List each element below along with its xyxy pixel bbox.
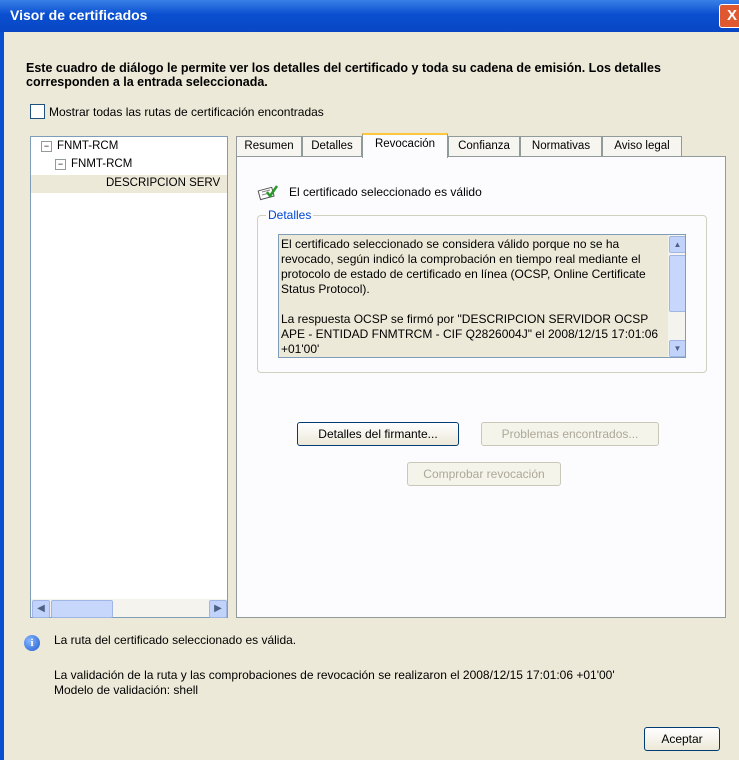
- path-valid-text: La ruta del certificado seleccionado es …: [54, 633, 297, 647]
- certificate-valid-icon: [257, 185, 279, 201]
- info-icon: i: [24, 635, 40, 651]
- intro-text: Este cuadro de diálogo le permite ver lo…: [26, 61, 661, 89]
- details-paragraph-2: La respuesta OCSP se firmó por "DESCRIPC…: [281, 312, 659, 356]
- scroll-thumb[interactable]: [51, 600, 113, 618]
- accept-button[interactable]: Aceptar: [644, 727, 720, 751]
- close-icon: X: [726, 7, 737, 24]
- details-vertical-scrollbar[interactable]: ▲ ▼: [668, 235, 685, 357]
- check-revocation-button[interactable]: Comprobar revocación: [407, 462, 561, 486]
- tree-item-root[interactable]: − FNMT-RCM: [41, 140, 118, 152]
- certificate-viewer-window: Visor de certificados X Este cuadro de d…: [0, 0, 739, 760]
- problems-found-button[interactable]: Problemas encontrados...: [481, 422, 659, 446]
- close-button[interactable]: X: [719, 4, 739, 28]
- tab-confianza[interactable]: Confianza: [448, 136, 520, 156]
- window-title: Visor de certificados: [10, 7, 148, 23]
- tab-aviso-legal[interactable]: Aviso legal: [602, 136, 682, 156]
- tree-horizontal-scrollbar[interactable]: ◀ ▶: [31, 599, 227, 618]
- tab-detalles[interactable]: Detalles: [302, 136, 362, 156]
- signer-details-button[interactable]: Detalles del firmante...: [297, 422, 459, 446]
- tree-item-label[interactable]: FNMT-RCM: [57, 140, 118, 152]
- collapse-icon[interactable]: −: [55, 158, 66, 170]
- details-paragraph-1: El certificado seleccionado se considera…: [281, 237, 646, 296]
- scroll-down-icon[interactable]: ▼: [669, 340, 685, 357]
- certificate-status-text: El certificado seleccionado es válido: [289, 185, 482, 199]
- dialog-body: Este cuadro de diálogo le permite ver lo…: [4, 32, 739, 760]
- tab-revocacion[interactable]: Revocación: [362, 133, 448, 158]
- validation-model-text: Modelo de validación: shell: [54, 683, 199, 697]
- revocation-panel: El certificado seleccionado es válido De…: [236, 156, 726, 618]
- scroll-left-icon[interactable]: ◀: [32, 600, 50, 618]
- certificate-status-line: El certificado seleccionado es válido: [257, 183, 482, 201]
- title-bar: Visor de certificados X: [0, 0, 739, 32]
- tab-resumen[interactable]: Resumen: [236, 136, 302, 156]
- show-all-paths-row[interactable]: Mostrar todas las rutas de certificación…: [30, 104, 324, 119]
- scroll-up-icon[interactable]: ▲: [669, 236, 685, 253]
- details-text: El certificado seleccionado se considera…: [281, 237, 665, 357]
- certificate-chain-tree[interactable]: − FNMT-RCM − FNMT-RCM DESCRIPCION SERV ◀…: [30, 136, 228, 618]
- tree-item-selected[interactable]: DESCRIPCION SERV: [106, 177, 220, 189]
- details-textbox[interactable]: El certificado seleccionado se considera…: [278, 234, 686, 358]
- tree-item-label[interactable]: FNMT-RCM: [71, 158, 132, 170]
- details-legend: Detalles: [266, 208, 314, 222]
- details-group: Detalles El certificado seleccionado se …: [257, 208, 707, 373]
- show-all-paths-checkbox[interactable]: [30, 104, 45, 119]
- tab-normativas[interactable]: Normativas: [520, 136, 602, 156]
- collapse-icon[interactable]: −: [41, 140, 52, 152]
- scroll-right-icon[interactable]: ▶: [209, 600, 227, 618]
- scroll-thumb[interactable]: [669, 255, 685, 312]
- tree-item-intermediate[interactable]: − FNMT-RCM: [55, 158, 132, 170]
- tree-item-label[interactable]: DESCRIPCION SERV: [106, 177, 220, 189]
- validation-time-text: La validación de la ruta y las comprobac…: [54, 668, 615, 682]
- show-all-paths-label[interactable]: Mostrar todas las rutas de certificación…: [49, 105, 324, 119]
